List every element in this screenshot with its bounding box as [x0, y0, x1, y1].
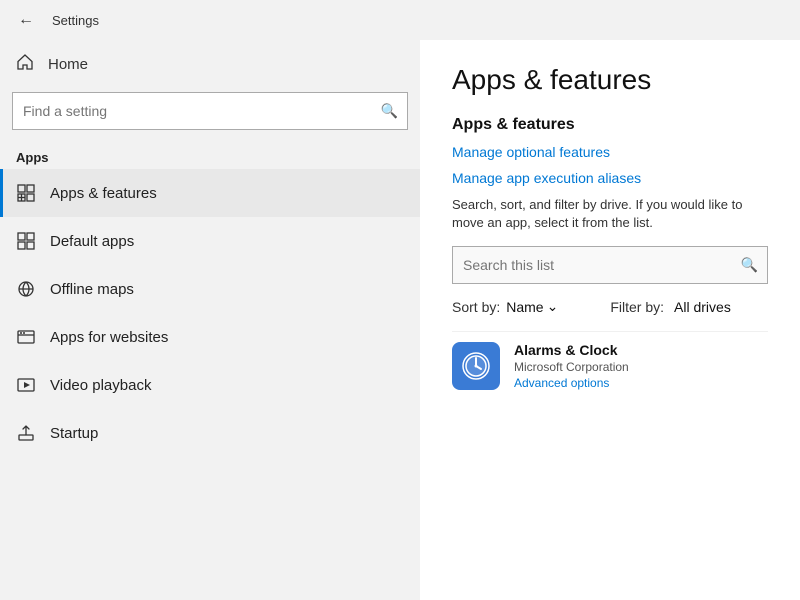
apps-websites-icon	[16, 328, 36, 346]
back-button[interactable]: ←	[12, 6, 40, 34]
sort-chevron-icon: ⌄	[547, 298, 559, 315]
apps-features-icon	[16, 184, 36, 202]
sidebar-item-startup[interactable]: Startup	[0, 409, 420, 457]
search-list-box: 🔍	[452, 246, 768, 284]
section-title: Apps & features	[452, 116, 768, 134]
sidebar-item-video-playback[interactable]: Video playback	[0, 361, 420, 409]
sidebar: Home 🔍 Apps Apps & features	[0, 40, 420, 600]
apps-section-label: Apps	[0, 142, 420, 169]
alarms-clock-icon	[460, 350, 492, 382]
app-advanced-options-link[interactable]: Advanced options	[514, 376, 629, 390]
sidebar-item-home[interactable]: Home	[0, 40, 420, 88]
apps-features-label: Apps & features	[50, 185, 157, 202]
sort-dropdown[interactable]: Name ⌄	[506, 298, 558, 315]
video-playback-label: Video playback	[50, 377, 151, 394]
sidebar-item-offline-maps[interactable]: Offline maps	[0, 265, 420, 313]
app-info: Alarms & Clock Microsoft Corporation Adv…	[514, 342, 629, 390]
filter-row: Sort by: Name ⌄ Filter by: All drives	[452, 298, 768, 315]
description-text: Search, sort, and filter by drive. If yo…	[452, 196, 768, 232]
right-panel: Apps & features Apps & features Manage o…	[420, 40, 800, 600]
home-label: Home	[48, 56, 88, 73]
apps-websites-label: Apps for websites	[50, 329, 168, 346]
sort-label: Sort by:	[452, 299, 500, 315]
sort-value: Name	[506, 299, 543, 315]
sidebar-item-default-apps[interactable]: Default apps	[0, 217, 420, 265]
manage-aliases-link[interactable]: Manage app execution aliases	[452, 170, 768, 186]
page-title: Apps & features	[452, 64, 768, 96]
app-icon	[452, 342, 500, 390]
search-list-icon: 🔍	[741, 257, 758, 274]
app-list-item: Alarms & Clock Microsoft Corporation Adv…	[452, 331, 768, 400]
title-bar: ← Settings	[0, 0, 800, 40]
offline-maps-icon	[16, 280, 36, 298]
home-icon	[16, 53, 34, 76]
search-list-input[interactable]	[452, 246, 768, 284]
filter-label: Filter by:	[610, 299, 664, 315]
offline-maps-label: Offline maps	[50, 281, 134, 298]
filter-dropdown[interactable]: All drives	[674, 299, 731, 315]
filter-value: All drives	[674, 299, 731, 315]
main-layout: Home 🔍 Apps Apps & features	[0, 40, 800, 600]
video-playback-icon	[16, 376, 36, 394]
sidebar-item-apps-features[interactable]: Apps & features	[0, 169, 420, 217]
startup-label: Startup	[50, 425, 98, 442]
find-setting-input[interactable]	[12, 92, 408, 130]
sidebar-item-apps-websites[interactable]: Apps for websites	[0, 313, 420, 361]
window-title: Settings	[52, 13, 99, 28]
manage-optional-link[interactable]: Manage optional features	[452, 144, 768, 160]
default-apps-label: Default apps	[50, 233, 134, 250]
app-name: Alarms & Clock	[514, 342, 629, 358]
find-setting-box: 🔍	[12, 92, 408, 130]
find-setting-search-icon: 🔍	[381, 103, 398, 120]
default-apps-icon	[16, 232, 36, 250]
startup-icon	[16, 424, 36, 442]
app-publisher: Microsoft Corporation	[514, 360, 629, 374]
